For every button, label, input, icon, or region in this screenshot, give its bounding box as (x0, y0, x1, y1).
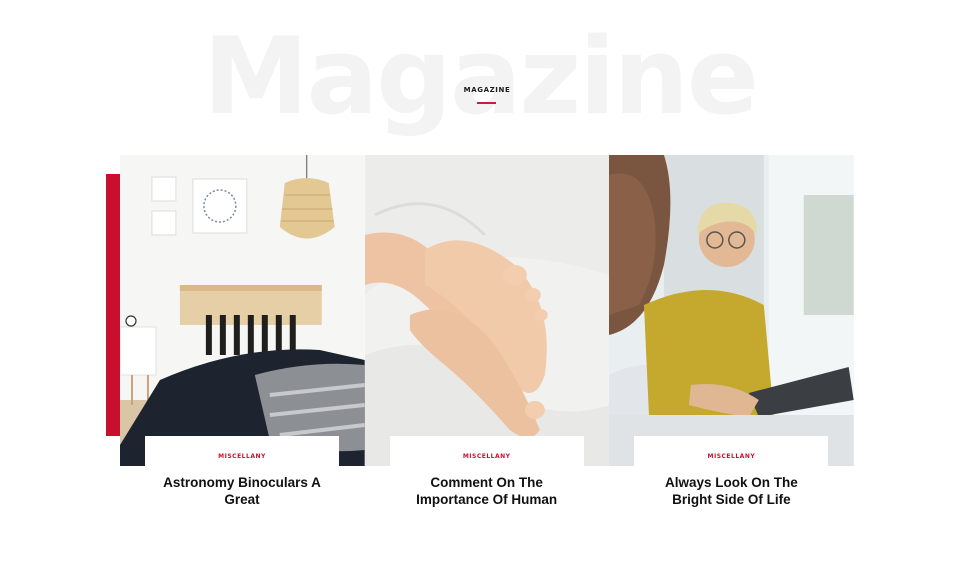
article-image-bedroom[interactable] (120, 155, 365, 466)
article-card[interactable]: MISCELLANY Comment On The Importance Of … (364, 155, 610, 515)
section-header: Magazine MAGAZINE (0, 0, 960, 140)
card-title[interactable]: Comment On The Importance Of Human (390, 474, 584, 508)
section-underline (477, 102, 496, 104)
article-card[interactable]: MISCELLANY Always Look On The Bright Sid… (609, 155, 855, 515)
article-image-tablet[interactable] (609, 155, 855, 466)
article-cards: MISCELLANY Astronomy Binoculars A Great … (120, 155, 855, 515)
card-category[interactable]: MISCELLANY (145, 453, 339, 460)
background-title: Magazine (203, 15, 759, 138)
article-card-body: MISCELLANY Astronomy Binoculars A Great (145, 436, 339, 515)
article-card-body: MISCELLANY Comment On The Importance Of … (389, 436, 584, 515)
card-category[interactable]: MISCELLANY (390, 453, 584, 460)
card-category[interactable]: MISCELLANY (634, 453, 828, 460)
card-title[interactable]: Always Look On The Bright Side Of Life (634, 474, 828, 508)
article-image-feet[interactable] (364, 155, 610, 466)
article-card-body: MISCELLANY Always Look On The Bright Sid… (634, 436, 829, 515)
article-card[interactable]: MISCELLANY Astronomy Binoculars A Great (120, 155, 365, 515)
card-title[interactable]: Astronomy Binoculars A Great (145, 474, 339, 508)
accent-bar (106, 174, 120, 436)
section-label: MAGAZINE (463, 86, 511, 94)
